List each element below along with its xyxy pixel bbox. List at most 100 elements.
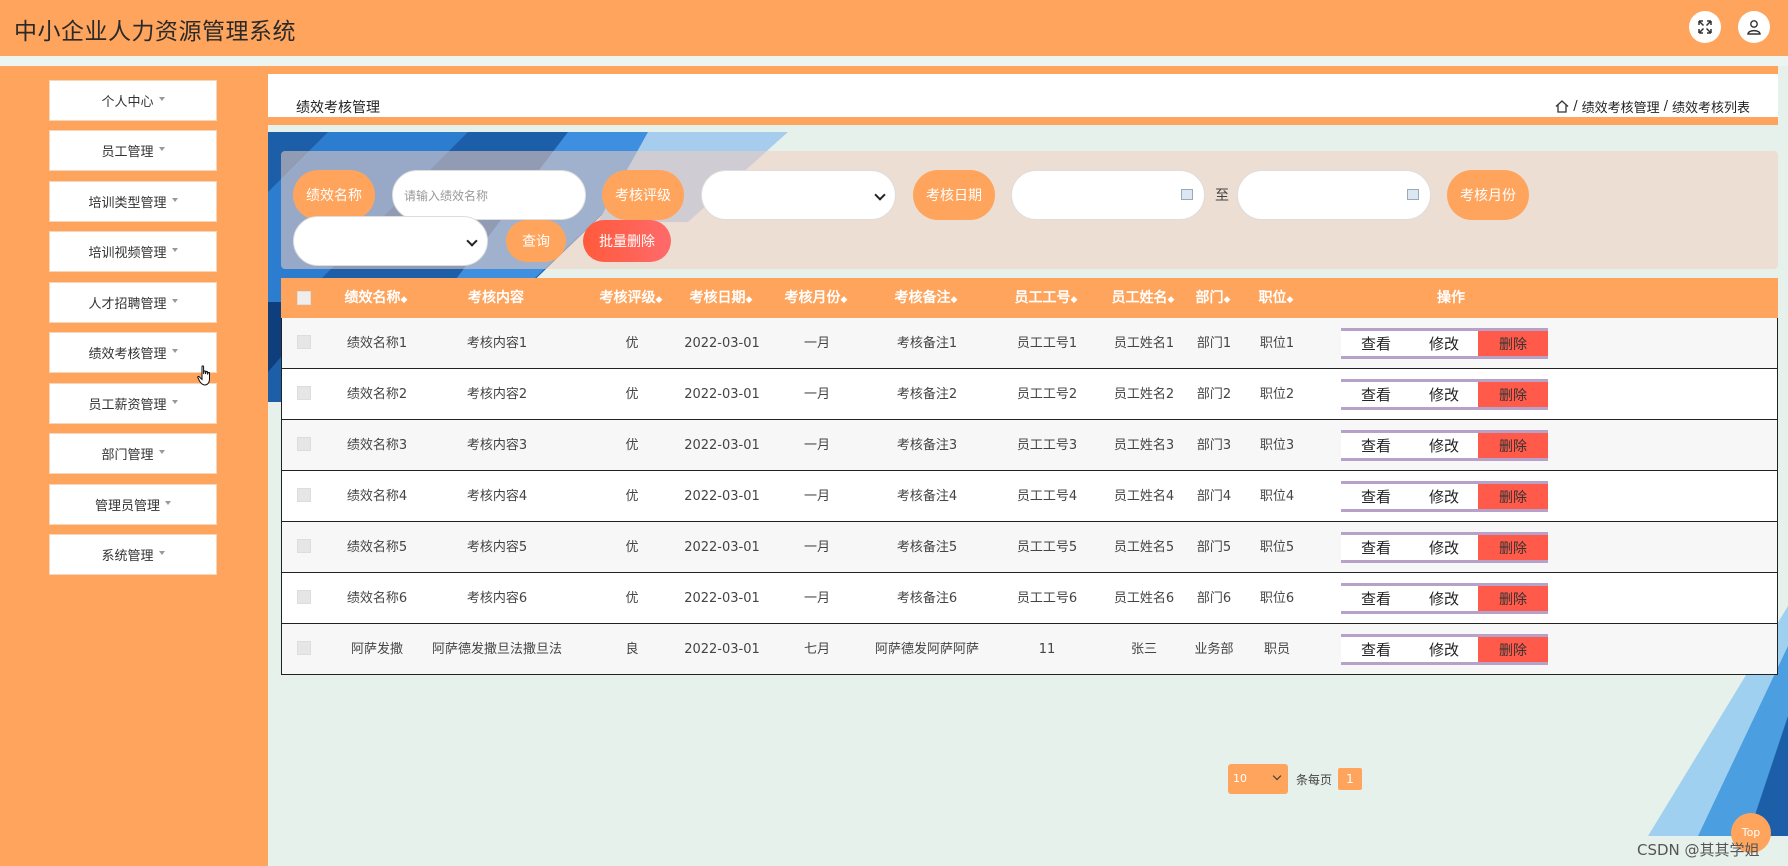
view-button[interactable]: 查看 — [1341, 481, 1411, 512]
row-checkbox[interactable] — [297, 335, 311, 349]
sort-icon: ◆ — [745, 295, 753, 305]
sidebar-item-system[interactable]: 系统管理 — [49, 534, 217, 575]
column-header[interactable]: 员工工号◆ — [1001, 278, 1091, 318]
view-button[interactable]: 查看 — [1341, 379, 1411, 410]
date-range-separator: 至 — [1215, 188, 1229, 204]
cell-position: 职位6 — [1259, 591, 1295, 606]
cell-grade: 优 — [625, 591, 639, 606]
row-checkbox[interactable] — [297, 641, 311, 655]
cell-emp-name: 员工姓名3 — [1113, 438, 1175, 453]
view-button[interactable]: 查看 — [1341, 634, 1411, 665]
edit-button[interactable]: 修改 — [1409, 634, 1479, 665]
row-checkbox[interactable] — [297, 386, 311, 400]
cell-emp-id: 员工工号1 — [1016, 336, 1078, 351]
user-icon[interactable] — [1738, 11, 1770, 43]
sidebar-item-admins[interactable]: 管理员管理 — [49, 484, 217, 525]
edit-button[interactable]: 修改 — [1409, 481, 1479, 512]
name-filter-input[interactable]: 请输入绩效名称 — [392, 170, 586, 220]
cell-dept: 部门4 — [1196, 489, 1232, 504]
cell-grade: 优 — [625, 336, 639, 351]
sidebar-item-label: 个人中心 — [101, 95, 154, 110]
expand-icon-glyph — [1698, 20, 1712, 34]
edit-button[interactable]: 修改 — [1409, 328, 1479, 359]
column-header[interactable]: 考核日期◆ — [676, 278, 766, 318]
calendar-icon[interactable] — [1181, 189, 1193, 200]
delete-button[interactable]: 删除 — [1478, 634, 1548, 665]
watermark: CSDN @其其学姐 — [1637, 841, 1760, 859]
cell-emp-name: 员工姓名1 — [1113, 336, 1175, 351]
cell-emp-id: 员工工号3 — [1016, 438, 1078, 453]
caret-down-icon — [171, 348, 178, 353]
cell-emp-id: 11 — [1038, 642, 1056, 657]
edit-button[interactable]: 修改 — [1409, 430, 1479, 461]
sidebar-item-training-videos[interactable]: 培训视频管理 — [49, 231, 217, 272]
sidebar-item-performance[interactable]: 绩效考核管理 — [49, 332, 217, 373]
row-checkbox[interactable] — [297, 488, 311, 502]
cell-grade: 良 — [625, 642, 639, 657]
page-size-select[interactable]: 10 — [1228, 764, 1288, 794]
sidebar-item-recruitment[interactable]: 人才招聘管理 — [49, 282, 217, 323]
cell-grade: 优 — [625, 387, 639, 402]
sidebar-item-personal-center[interactable]: 个人中心 — [49, 80, 217, 121]
row-checkbox[interactable] — [297, 437, 311, 451]
query-button[interactable]: 查询 — [506, 220, 566, 262]
sidebar-item-training-types[interactable]: 培训类型管理 — [49, 181, 217, 222]
delete-button[interactable]: 删除 — [1478, 532, 1548, 563]
row-checkbox[interactable] — [297, 590, 311, 604]
sidebar-item-salary[interactable]: 员工薪资管理 — [49, 383, 217, 424]
view-button[interactable]: 查看 — [1341, 532, 1411, 563]
caret-down-icon — [158, 146, 165, 151]
sidebar-item-label: 绩效考核管理 — [88, 347, 167, 362]
date-end-input[interactable] — [1237, 170, 1431, 220]
date-start-input[interactable] — [1011, 170, 1205, 220]
cell-emp-name: 员工姓名6 — [1113, 591, 1175, 606]
delete-button[interactable]: 删除 — [1478, 583, 1548, 614]
column-header[interactable]: 部门◆ — [1183, 278, 1243, 318]
cell-name: 绩效名称4 — [346, 489, 408, 504]
month-filter-select[interactable] — [293, 216, 488, 266]
page-number-current[interactable]: 1 — [1338, 768, 1362, 790]
sidebar-item-departments[interactable]: 部门管理 — [49, 433, 217, 474]
view-button[interactable]: 查看 — [1341, 328, 1411, 359]
batch-delete-button[interactable]: 批量删除 — [583, 220, 671, 262]
table-header: 绩效名称◆ 考核内容 考核评级◆ 考核日期◆ 考核月份◆ 考核备注◆ 员工工号◆… — [281, 278, 1778, 318]
select-all-checkbox[interactable] — [297, 291, 311, 305]
cell-dept: 部门5 — [1196, 540, 1232, 555]
cell-position: 职位1 — [1259, 336, 1295, 351]
edit-button[interactable]: 修改 — [1409, 532, 1479, 563]
sort-icon: ◆ — [1167, 295, 1175, 305]
cell-position: 职员 — [1263, 642, 1290, 657]
column-header[interactable]: 职位◆ — [1246, 278, 1306, 318]
home-icon[interactable] — [1555, 100, 1569, 113]
breadcrumb-item[interactable]: 绩效考核管理 — [1582, 97, 1660, 116]
cell-remark: 考核备注3 — [896, 438, 958, 453]
cell-content: 考核内容6 — [466, 591, 528, 606]
table-row: 绩效名称5 考核内容5 优 2022-03-01 一月 考核备注5 员工工号5 员工姓名5 部门… — [281, 522, 1778, 573]
view-button[interactable]: 查看 — [1341, 583, 1411, 614]
cell-position: 职位2 — [1259, 387, 1295, 402]
edit-button[interactable]: 修改 — [1409, 379, 1479, 410]
view-button[interactable]: 查看 — [1341, 430, 1411, 461]
column-header[interactable]: 员工姓名◆ — [1098, 278, 1188, 318]
sidebar-item-employees[interactable]: 员工管理 — [49, 130, 217, 171]
delete-button[interactable]: 删除 — [1478, 379, 1548, 410]
calendar-icon[interactable] — [1407, 189, 1419, 200]
delete-button[interactable]: 删除 — [1478, 430, 1548, 461]
delete-button[interactable]: 删除 — [1478, 481, 1548, 512]
cell-month: 一月 — [803, 489, 830, 504]
date-filter-label: 考核日期 — [913, 170, 995, 220]
row-checkbox[interactable] — [297, 539, 311, 553]
column-header[interactable]: 考核月份◆ — [766, 278, 866, 318]
edit-button[interactable]: 修改 — [1409, 583, 1479, 614]
column-header[interactable]: 绩效名称◆ — [321, 278, 431, 318]
expand-icon[interactable] — [1689, 11, 1721, 43]
per-page-label: 条每页 — [1296, 773, 1333, 787]
caret-down-icon — [158, 449, 165, 454]
column-header[interactable]: 考核评级◆ — [591, 278, 671, 318]
breadcrumb-separator: / — [1573, 99, 1578, 114]
grade-filter-label: 考核评级 — [602, 170, 684, 220]
breadcrumb: / 绩效考核管理 / 绩效考核列表 — [1555, 97, 1750, 116]
grade-filter-select[interactable] — [701, 170, 896, 220]
delete-button[interactable]: 删除 — [1478, 328, 1548, 359]
column-header[interactable]: 考核备注◆ — [861, 278, 991, 318]
